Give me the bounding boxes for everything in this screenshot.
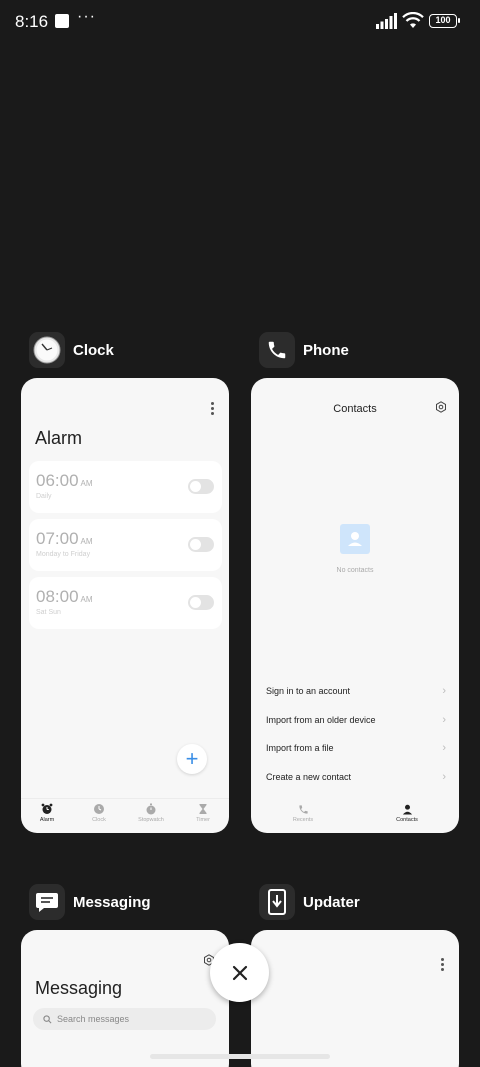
alarm-item[interactable]: 06:00 AM Daily <box>29 461 222 513</box>
search-placeholder: Search messages <box>57 1014 130 1024</box>
phone-tab-bar: Recents Contacts <box>251 800 459 833</box>
battery-level: 100 <box>435 15 451 25</box>
app-name-messaging: Messaging <box>73 893 151 911</box>
phone-app-card[interactable]: Contacts No contacts Sign in to an accou… <box>251 378 459 833</box>
app-name-updater: Updater <box>303 893 360 911</box>
menu-item-label: Import from an older device <box>266 715 376 725</box>
chevron-right-icon: › <box>442 685 446 697</box>
alarm-toggle[interactable] <box>188 537 214 552</box>
alarm-icon <box>41 803 53 814</box>
tab-label: Alarm <box>39 817 55 823</box>
menu-item-label: Import from a file <box>266 743 334 753</box>
notification-icon <box>55 14 69 28</box>
hourglass-icon <box>199 804 207 814</box>
tab-label: Stopwatch <box>138 817 164 823</box>
chevron-right-icon: › <box>442 771 446 783</box>
alarm-repeat: Monday to Friday <box>36 551 91 558</box>
alarm-ampm: AM <box>80 595 93 604</box>
app-header-phone[interactable]: Phone <box>259 332 349 368</box>
alarm-toggle[interactable] <box>188 595 214 610</box>
recent-apps-screen: 8:16 ··· 100 Clock Phone Alarm 06:00 AM … <box>0 0 480 1067</box>
messaging-app-icon[interactable] <box>29 884 65 920</box>
alarm-ampm: AM <box>80 537 93 546</box>
home-indicator[interactable] <box>150 1054 330 1059</box>
search-messages-input[interactable]: Search messages <box>33 1008 216 1030</box>
alarm-ampm: AM <box>80 479 93 488</box>
clock-app-card[interactable]: Alarm 06:00 AM Daily 07:00 AM Monday to Fr… <box>21 378 229 833</box>
tab-clock[interactable]: Clock <box>73 799 125 833</box>
empty-contacts-icon <box>340 524 370 554</box>
menu-item-import-file[interactable]: Import from a file › <box>266 742 446 754</box>
tab-label: Recents <box>292 817 314 823</box>
more-options-icon[interactable] <box>439 956 445 973</box>
tab-label: Clock <box>92 817 106 823</box>
menu-item-create-contact[interactable]: Create a new contact › <box>266 771 446 783</box>
close-icon <box>232 965 247 980</box>
close-all-button[interactable] <box>210 943 269 1002</box>
battery-icon: 100 <box>429 14 460 28</box>
tab-label: Contacts <box>396 817 418 823</box>
signal-icon <box>376 13 397 29</box>
tab-recents[interactable]: Recents <box>251 800 355 833</box>
tab-timer[interactable]: Timer <box>177 799 229 833</box>
alarm-repeat: Sat Sun <box>36 609 61 616</box>
alarm-time: 06:00 <box>36 471 79 490</box>
alarm-repeat: Daily <box>36 493 52 500</box>
alarm-toggle[interactable] <box>188 479 214 494</box>
person-icon <box>402 804 412 815</box>
alarm-item[interactable]: 07:00 AM Monday to Friday <box>29 519 222 571</box>
menu-item-sign-in[interactable]: Sign in to an account › <box>266 685 446 697</box>
app-header-updater[interactable]: Updater <box>259 884 360 920</box>
tab-alarm[interactable]: Alarm <box>21 799 73 833</box>
messaging-title: Messaging <box>35 978 123 998</box>
alarm-item[interactable]: 08:00 AM Sat Sun <box>29 577 222 629</box>
app-header-clock[interactable]: Clock <box>29 332 114 368</box>
updater-app-icon[interactable] <box>259 884 295 920</box>
clock-tab-bar: Alarm Clock Stopwatch Timer <box>21 798 229 833</box>
messaging-app-card[interactable]: Messaging Search messages <box>21 930 229 1067</box>
app-name-phone: Phone <box>303 341 349 359</box>
search-icon <box>43 1014 52 1023</box>
more-options-icon[interactable] <box>209 400 215 417</box>
empty-contacts-text: No contacts <box>336 567 374 574</box>
tab-label: Timer <box>196 817 210 823</box>
menu-item-label: Sign in to an account <box>266 686 351 696</box>
settings-icon[interactable] <box>435 401 447 413</box>
alarm-time: 07:00 <box>36 529 79 548</box>
chevron-right-icon: › <box>442 714 446 726</box>
alarm-title: Alarm <box>35 428 83 448</box>
menu-item-label: Create a new contact <box>266 772 352 782</box>
clock-icon <box>94 804 104 814</box>
more-notifications-icon: ··· <box>77 8 96 25</box>
add-alarm-button[interactable]: + <box>177 744 207 774</box>
wifi-icon <box>402 12 424 28</box>
phone-icon <box>298 805 308 814</box>
stopwatch-icon <box>146 803 156 815</box>
updater-app-card[interactable] <box>251 930 459 1067</box>
app-header-messaging[interactable]: Messaging <box>29 884 151 920</box>
status-time: 8:16 <box>15 12 49 31</box>
tab-contacts[interactable]: Contacts <box>355 800 459 833</box>
app-name-clock: Clock <box>73 341 114 359</box>
status-bar: 8:16 ··· 100 <box>0 0 480 44</box>
alarm-time: 08:00 <box>36 587 79 606</box>
contacts-title: Contacts <box>333 403 377 415</box>
chevron-right-icon: › <box>442 742 446 754</box>
tab-stopwatch[interactable]: Stopwatch <box>125 799 177 833</box>
phone-app-icon[interactable] <box>259 332 295 368</box>
menu-item-import-device[interactable]: Import from an older device › <box>266 714 446 726</box>
clock-app-icon[interactable] <box>29 332 65 368</box>
